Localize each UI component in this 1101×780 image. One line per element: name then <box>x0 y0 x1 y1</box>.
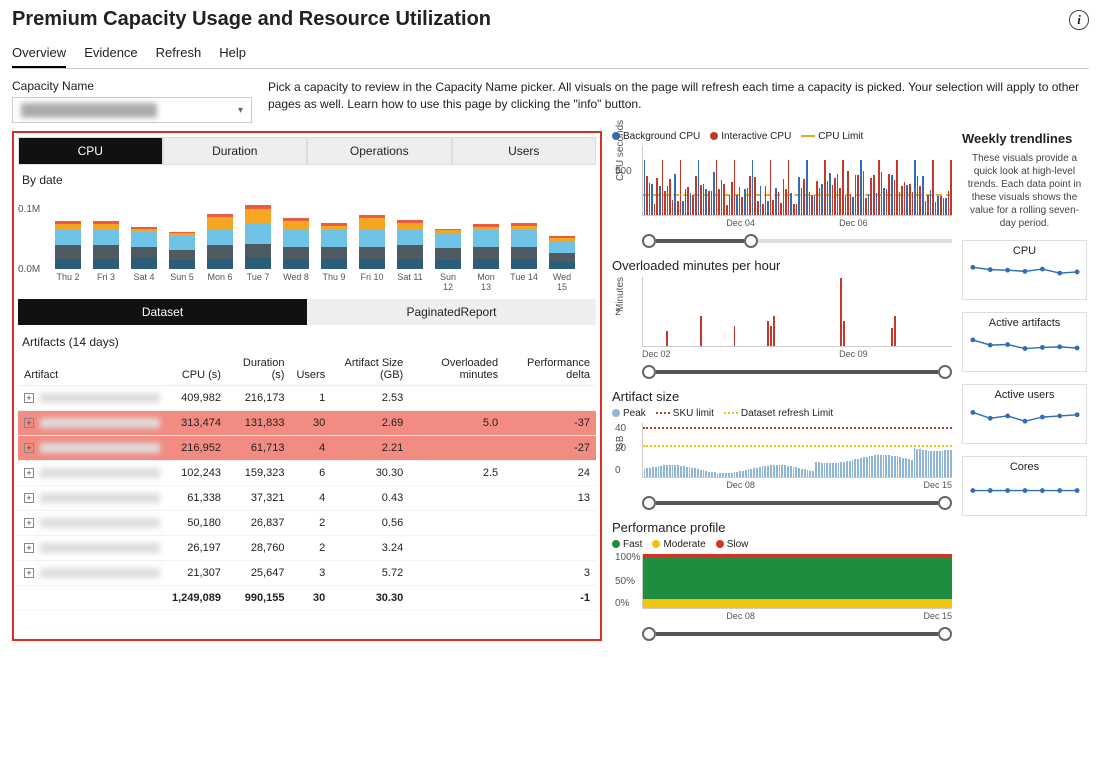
tab-paginated[interactable]: PaginatedReport <box>307 299 596 325</box>
col-duration[interactable]: Duration (s) <box>227 353 291 386</box>
size-slider[interactable] <box>642 496 952 510</box>
info-icon[interactable]: i <box>1069 10 1089 30</box>
expand-icon[interactable]: + <box>24 418 34 428</box>
col-overloaded[interactable]: Overloaded minutes <box>409 353 504 386</box>
nav-overview[interactable]: Overview <box>12 39 66 68</box>
capacity-picker[interactable]: ████████████████ ▾ <box>12 97 252 123</box>
table-row[interactable]: +21,30725,64735.723 <box>18 561 596 586</box>
expand-icon[interactable]: + <box>24 493 34 503</box>
artifacts-title: Artifacts (14 days) <box>22 335 596 349</box>
col-users[interactable]: Users <box>290 353 331 386</box>
overloaded-card: Overloaded minutes per hour Minutes 2 De… <box>612 258 952 379</box>
col-artifact[interactable]: Artifact <box>18 353 166 386</box>
chevron-down-icon: ▾ <box>238 105 243 116</box>
cpu-seconds-card: Background CPU Interactive CPU CPU Limit… <box>612 131 952 248</box>
tab-duration[interactable]: Duration <box>163 137 308 165</box>
col-cpu[interactable]: CPU (s) <box>166 353 227 386</box>
perf-slider[interactable] <box>642 627 952 641</box>
help-text: Pick a capacity to review in the Capacit… <box>268 79 1089 123</box>
cpu-range-slider[interactable] <box>642 234 952 248</box>
table-row[interactable]: +409,982216,17312.53 <box>18 386 596 411</box>
page-title: Premium Capacity Usage and Resource Util… <box>12 8 491 31</box>
trend-card[interactable]: Active users <box>962 384 1087 444</box>
tab-dataset[interactable]: Dataset <box>18 299 307 325</box>
tab-cpu[interactable]: CPU <box>18 137 163 165</box>
table-row[interactable]: +61,33837,32140.4313 <box>18 486 596 511</box>
trend-card[interactable]: Active artifacts <box>962 312 1087 372</box>
by-date-chart: 0.1M 0.0M Thu 2Fri 3Sat 4Sun 5Mon 6Tue 7… <box>18 193 596 293</box>
table-row[interactable]: +50,18026,83720.56 <box>18 511 596 536</box>
trend-card[interactable]: Cores <box>962 456 1087 516</box>
nav-help[interactable]: Help <box>219 39 246 68</box>
col-perf[interactable]: Performance delta <box>504 353 596 386</box>
by-date-title: By date <box>22 173 596 187</box>
artifact-size-card: Artifact size Peak SKU limit Dataset ref… <box>612 389 952 510</box>
nav-refresh[interactable]: Refresh <box>156 39 202 68</box>
trend-card[interactable]: CPU <box>962 240 1087 300</box>
tab-users[interactable]: Users <box>452 137 597 165</box>
left-panel: CPU Duration Operations Users By date 0.… <box>12 131 602 641</box>
expand-icon[interactable]: + <box>24 393 34 403</box>
expand-icon[interactable]: + <box>24 443 34 453</box>
tab-operations[interactable]: Operations <box>307 137 452 165</box>
artifacts-table: Artifact CPU (s) Duration (s) Users Arti… <box>18 353 596 611</box>
expand-icon[interactable]: + <box>24 568 34 578</box>
table-row[interactable]: +26,19728,76023.24 <box>18 536 596 561</box>
table-row[interactable]: +313,474131,833302.695.0-37 <box>18 411 596 436</box>
table-row[interactable]: +216,95261,71342.21-27 <box>18 436 596 461</box>
expand-icon[interactable]: + <box>24 543 34 553</box>
trendlines-desc: These visuals provide a quick look at hi… <box>962 152 1087 230</box>
col-size[interactable]: Artifact Size (GB) <box>331 353 409 386</box>
overload-slider[interactable] <box>642 365 952 379</box>
table-row[interactable]: +102,243159,323630.302.524 <box>18 461 596 486</box>
nav-evidence[interactable]: Evidence <box>84 39 137 68</box>
trendlines-title: Weekly trendlines <box>962 131 1087 146</box>
performance-card: Performance profile Fast Moderate Slow 1… <box>612 520 952 641</box>
capacity-label: Capacity Name <box>12 79 252 93</box>
expand-icon[interactable]: + <box>24 468 34 478</box>
expand-icon[interactable]: + <box>24 518 34 528</box>
nav-tabs: Overview Evidence Refresh Help <box>12 39 1089 69</box>
totals-row: 1,249,089 990,155 30 30.30 -1 <box>18 586 596 611</box>
